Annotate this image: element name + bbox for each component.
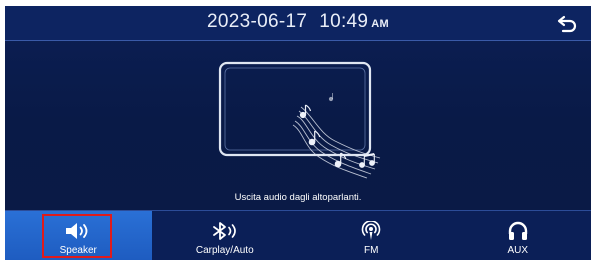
- headphones-icon: [508, 221, 527, 240]
- sound-wave-lines: [292, 106, 381, 179]
- date-text: 2023-06-17: [207, 11, 308, 32]
- audio-output-screen: 2023-06-17 10:49 AM Uscita audio dagli a…: [5, 6, 591, 260]
- time-text: 10:49: [319, 11, 369, 32]
- tab-speaker[interactable]: Speaker: [5, 211, 152, 260]
- tab-aux[interactable]: AUX: [445, 211, 592, 260]
- audio-output-status: Uscita audio dagli altoparlanti.: [234, 192, 362, 203]
- music-notes-icon: [299, 93, 375, 168]
- audio-source-tabbar: Speaker Carplay/Auto FM AUX: [5, 210, 591, 260]
- tab-carplay-auto[interactable]: Carplay/Auto: [152, 211, 299, 260]
- tab-aux-label: AUX: [507, 245, 529, 256]
- date-time: 2023-06-17 10:49 AM: [5, 11, 591, 33]
- bluetooth-audio-icon: [212, 222, 236, 240]
- tab-speaker-label: Speaker: [59, 245, 97, 256]
- tab-carplay-auto-label: Carplay/Auto: [195, 245, 254, 256]
- speaker-output-illustration: [218, 61, 381, 179]
- speaker-icon: [66, 223, 88, 239]
- ampm-text: AM: [371, 18, 389, 30]
- tab-fm-label: FM: [364, 245, 379, 256]
- display-frame: [218, 61, 372, 157]
- back-icon[interactable]: [555, 11, 579, 35]
- status-header: 2023-06-17 10:49 AM: [5, 6, 591, 41]
- radio-antenna-icon: [361, 221, 381, 240]
- tab-fm[interactable]: FM: [298, 211, 445, 260]
